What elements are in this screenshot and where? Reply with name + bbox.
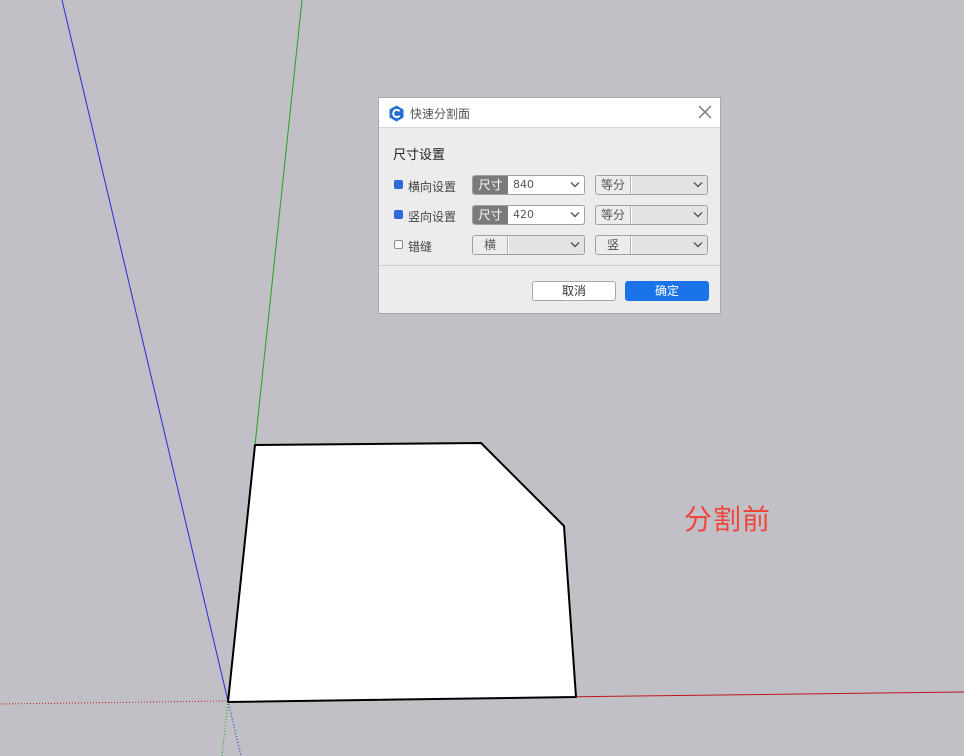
horizontal-divide-value[interactable] — [632, 176, 689, 194]
stagger-vertical-combo[interactable]: 竖 — [595, 235, 708, 255]
quick-split-face-dialog: 快速分割面 尺寸设置 横向设置 尺寸 840 等分 竖向设置 尺寸 420 等分… — [378, 97, 721, 314]
green-axis-dotted — [221, 700, 229, 756]
ok-button[interactable]: 确定 — [625, 281, 709, 301]
vertical-setting-row: 竖向设置 尺寸 420 等分 — [379, 204, 720, 226]
vertical-divide-value[interactable] — [632, 206, 689, 224]
horizontal-divide-tag[interactable]: 等分 — [596, 176, 631, 194]
close-icon[interactable] — [696, 103, 714, 121]
chevron-down-icon[interactable] — [566, 206, 584, 224]
cancel-button[interactable]: 取消 — [532, 281, 616, 301]
chevron-down-icon[interactable] — [689, 206, 707, 224]
dialog-titlebar[interactable]: 快速分割面 — [379, 98, 720, 128]
stagger-row: 错缝 横 竖 — [379, 234, 720, 256]
vertical-divide-combo[interactable]: 等分 — [595, 205, 708, 225]
chevron-down-icon[interactable] — [689, 176, 707, 194]
chevron-down-icon[interactable] — [689, 236, 707, 254]
horizontal-mode-tag[interactable]: 尺寸 — [473, 176, 508, 194]
blue-axis — [61, 0, 229, 702]
stagger-horizontal-combo[interactable]: 横 — [472, 235, 585, 255]
vertical-divide-tag[interactable]: 等分 — [596, 206, 631, 224]
stagger-vertical-tag[interactable]: 竖 — [596, 236, 631, 254]
chevron-down-icon[interactable] — [566, 236, 584, 254]
vertical-mode-tag[interactable]: 尺寸 — [473, 206, 508, 224]
stagger-vertical-value[interactable] — [632, 236, 689, 254]
horizontal-setting-label: 横向设置 — [408, 180, 457, 194]
horizontal-size-combo[interactable]: 尺寸 840 — [472, 175, 585, 195]
canvas-annotation-label: 分割前 — [684, 503, 772, 536]
horizontal-size-value[interactable]: 840 — [509, 176, 566, 194]
stagger-horizontal-value[interactable] — [509, 236, 566, 254]
horizontal-divide-combo[interactable]: 等分 — [595, 175, 708, 195]
stagger-horizontal-tag[interactable]: 横 — [473, 236, 508, 254]
footer-divider — [379, 265, 720, 266]
chevron-down-icon[interactable] — [566, 176, 584, 194]
vertical-size-value[interactable]: 420 — [509, 206, 566, 224]
dialog-title: 快速分割面 — [410, 107, 471, 121]
vertical-setting-checkbox[interactable] — [394, 210, 403, 219]
vertical-setting-label: 竖向设置 — [408, 210, 457, 224]
app-logo-icon — [389, 105, 404, 122]
stagger-label: 错缝 — [408, 240, 433, 254]
section-title: 尺寸设置 — [393, 148, 446, 163]
horizontal-setting-row: 横向设置 尺寸 840 等分 — [379, 174, 720, 196]
model-face[interactable] — [227, 442, 577, 703]
horizontal-setting-checkbox[interactable] — [394, 180, 403, 189]
blue-axis-dotted — [227, 700, 242, 756]
red-axis-dotted — [0, 700, 229, 705]
vertical-size-combo[interactable]: 尺寸 420 — [472, 205, 585, 225]
stagger-checkbox[interactable] — [394, 240, 403, 249]
